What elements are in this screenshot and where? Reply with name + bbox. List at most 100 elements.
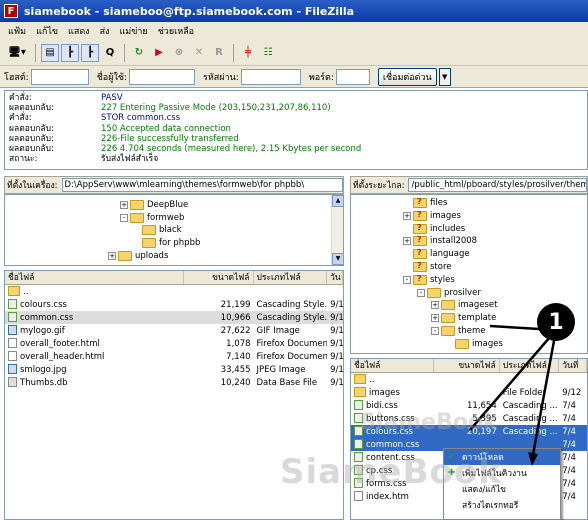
folder-icon — [130, 200, 144, 210]
filter-icon[interactable]: ╪ — [239, 44, 257, 62]
table-row[interactable]: .. — [5, 285, 343, 298]
disconnect-icon[interactable]: ✕ — [190, 44, 208, 62]
reconnect-icon[interactable]: R — [210, 44, 228, 62]
table-row[interactable]: mylogo.gif 27,622 GIF Image 9/1 — [5, 324, 343, 337]
remote-tree-item[interactable]: + template — [431, 312, 496, 324]
file-size: 33,455 — [220, 364, 251, 375]
expander-icon[interactable]: + — [431, 301, 439, 310]
expander-icon[interactable]: + — [403, 237, 411, 246]
remote-path-input[interactable]: /public_html/pboard/styles/prosilver/the… — [408, 178, 587, 192]
local-tree-item[interactable]: black — [142, 224, 182, 236]
toggle-local-tree-icon[interactable]: ┣ — [61, 43, 79, 62]
cancel-icon[interactable]: ⊗ — [170, 44, 188, 62]
column-type[interactable]: ประเภทไฟล์ — [500, 359, 560, 372]
file-date: 9/1 — [330, 364, 343, 375]
local-file-rows: .. colours.css 21,199 Cascading Style... 9/1… — [5, 285, 343, 389]
quickconnect-dropdown-icon[interactable]: ▼ — [438, 67, 451, 86]
password-input[interactable] — [240, 68, 301, 85]
remote-tree-item[interactable]: + imageset — [431, 299, 497, 311]
remote-tree-item[interactable]: files — [403, 197, 447, 209]
local-tree-item[interactable]: for phpbb — [142, 237, 200, 249]
compare-icon[interactable]: ☷ — [259, 44, 277, 62]
log-kind: ผลตอบกลับ: — [9, 123, 54, 134]
column-size[interactable]: ขนาดไฟล์ — [184, 271, 254, 284]
menu-help[interactable]: ช่วยเหลือ — [158, 24, 194, 38]
column-date[interactable]: วันที่ — [559, 359, 587, 372]
remote-tree-item[interactable]: - prosilver — [417, 287, 481, 299]
port-input[interactable] — [335, 68, 370, 85]
log-entry: คำสั่ง: PASV — [9, 93, 583, 103]
expander-icon[interactable]: - — [403, 275, 411, 284]
refresh-icon[interactable]: ↻ — [130, 44, 148, 62]
expander-icon[interactable]: - — [431, 327, 439, 335]
menu-transfer[interactable]: ส่ง — [100, 24, 110, 38]
scroll-down-icon[interactable]: ▼ — [332, 253, 343, 265]
local-tree-scrollbar[interactable]: ▲ ▼ — [331, 195, 343, 265]
toggle-queue-icon[interactable]: Q — [101, 44, 119, 62]
file-icon — [8, 351, 17, 361]
menu-file[interactable]: แฟ้ม — [8, 24, 26, 38]
file-name: overall_header.html — [20, 352, 105, 362]
expander-icon[interactable]: + — [431, 314, 439, 323]
local-tree-item[interactable]: - formweb — [120, 212, 184, 224]
remote-tree-item[interactable]: includes — [403, 223, 465, 235]
file-date: 7/4 — [562, 478, 576, 489]
folder-name: install2008 — [430, 236, 478, 247]
expander-icon[interactable]: + — [403, 211, 411, 220]
toggle-remote-tree-icon[interactable]: ┣ — [81, 43, 99, 62]
table-row[interactable]: colours.css 21,199 Cascading Style... 9/1 — [5, 298, 343, 311]
file-size: 7,140 — [226, 351, 251, 362]
file-date: 7/4 — [562, 400, 576, 411]
column-date[interactable]: วัน — [327, 271, 343, 284]
table-row[interactable]: common.css 10,966 Cascading Style... 9/1 — [5, 311, 343, 324]
table-row[interactable]: overall_footer.html 1,078 Firefox Document… — [5, 337, 343, 350]
remote-tree-item[interactable]: images — [445, 338, 503, 350]
username-input[interactable] — [129, 68, 196, 85]
log-kind: คำสั่ง: — [9, 93, 32, 103]
folder-icon — [427, 287, 441, 298]
local-path-input[interactable]: D:\AppServ\www\mlearning\themes\formweb\… — [61, 178, 343, 192]
scroll-up-icon[interactable]: ▲ — [332, 195, 343, 207]
file-size: 27,622 — [220, 325, 251, 336]
table-row[interactable]: smlogo.jpg 33,455 JPEG Image 9/1 — [5, 363, 343, 376]
remote-tree-item[interactable]: + images — [403, 210, 461, 222]
folder-icon — [413, 210, 427, 221]
table-row[interactable]: .. — [351, 373, 587, 386]
remote-tree-item[interactable]: + install2008 — [403, 235, 477, 247]
host-input[interactable] — [30, 68, 89, 85]
context-create-directory[interactable]: สร้างไดเรกทอรี — [444, 497, 560, 513]
column-type[interactable]: ประเภทไฟล์ — [254, 271, 328, 284]
image-file-icon — [8, 325, 17, 335]
expander-icon[interactable]: - — [417, 288, 425, 297]
process-queue-icon[interactable]: ▶ — [150, 44, 168, 62]
folder-open-icon — [142, 238, 156, 248]
menu-edit[interactable]: แก้ไข — [36, 24, 58, 38]
table-row[interactable]: images File Folder 9/12 — [351, 386, 587, 399]
remote-tree-item[interactable]: - theme — [431, 325, 485, 337]
site-manager-icon[interactable]: 🖥▾ — [4, 44, 30, 62]
folder-icon — [354, 374, 366, 384]
remote-tree-item[interactable]: language — [403, 248, 470, 260]
column-size[interactable]: ขนาดไฟล์ — [434, 359, 500, 372]
local-tree-item[interactable]: + uploads — [108, 250, 168, 262]
column-filename[interactable]: ชื่อไฟล์ — [351, 359, 435, 372]
log-kind: ผลตอบกลับ: — [9, 144, 54, 155]
local-tree-item[interactable]: + DeepBlue — [120, 199, 188, 211]
menu-server[interactable]: แม่ข่าย — [119, 24, 147, 38]
message-log: คำสั่ง: PASV ผลตอบกลับ: 227 Entering Passiv… — [4, 90, 588, 170]
menu-view[interactable]: แสดง — [68, 24, 90, 38]
table-row[interactable]: overall_header.html 7,140 Firefox Document… — [5, 350, 343, 363]
log-entry: ผลตอบกลับ: 227 Entering Passive Mode (203… — [9, 103, 583, 113]
log-kind: คำสั่ง: — [9, 113, 32, 124]
file-name-cell: smlogo.jpg — [5, 364, 184, 375]
folder-name: store — [430, 262, 452, 272]
file-icon — [8, 338, 17, 348]
table-row[interactable]: Thumbs.db 10,240 Data Base File 9/1 — [5, 376, 343, 389]
css-file-icon — [354, 400, 363, 410]
remote-tree-item[interactable]: - styles — [403, 274, 455, 286]
file-name-cell: .. — [351, 374, 434, 385]
remote-tree-item[interactable]: store — [403, 261, 452, 273]
toggle-log-icon[interactable]: ▤ — [41, 43, 59, 62]
quickconnect-button[interactable]: เชื่อมต่อด่วน — [377, 67, 437, 86]
column-filename[interactable]: ชื่อไฟล์ — [5, 271, 184, 284]
